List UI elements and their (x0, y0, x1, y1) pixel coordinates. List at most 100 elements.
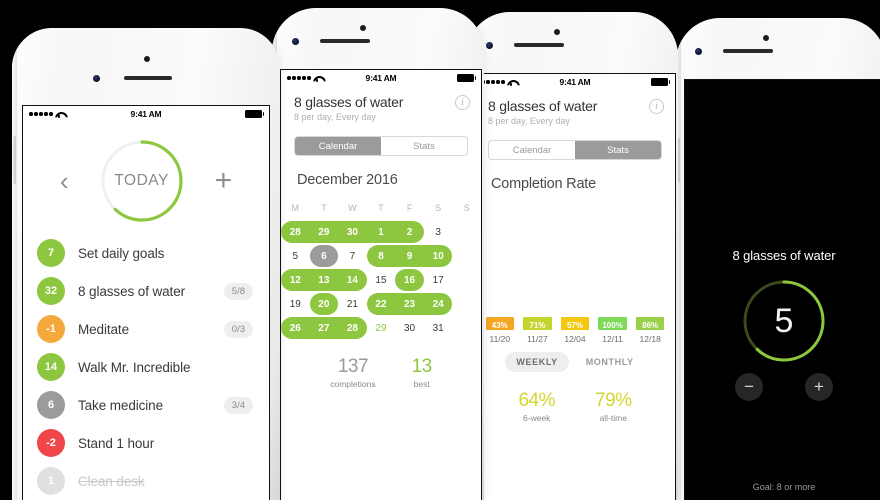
calendar-day-cell[interactable]: 9 (395, 251, 424, 262)
calendar-day-cell[interactable]: 28 (281, 227, 310, 238)
habit-name: 8 glasses of water (78, 283, 186, 299)
chart-bar[interactable]: 100% (598, 317, 627, 330)
dark-progress-ring: 5 (740, 277, 828, 365)
calendar-day-cell[interactable]: 10 (424, 251, 453, 262)
phone4-front-camera (763, 35, 769, 41)
tab-calendar[interactable]: Calendar (295, 137, 381, 155)
habit-row[interactable]: 6 Take medicine 3/4 (23, 386, 269, 424)
calendar-day-cell[interactable]: 31 (424, 323, 453, 334)
info-icon[interactable]: i (649, 99, 664, 114)
calendar-day-cell[interactable]: 3 (424, 227, 453, 238)
habit-row[interactable]: 7 Set daily goals (23, 234, 269, 272)
calendar-day-cell[interactable]: 7 (338, 251, 367, 262)
habit-row[interactable]: -1 Meditate 0/3 (23, 310, 269, 348)
tab-stats[interactable]: Stats (381, 137, 467, 155)
calendar-day-cell[interactable]: 2 (395, 227, 424, 238)
habit-name: Meditate (78, 321, 129, 337)
tab-calendar[interactable]: Calendar (489, 141, 575, 159)
calendar-day-cell[interactable]: 8 (367, 251, 396, 262)
habit-streak-badge: 32 (37, 277, 65, 305)
habit-streak-badge: -2 (37, 429, 65, 457)
range-weekly[interactable]: WEEKLY (505, 352, 569, 372)
chart-bar[interactable]: 86% (635, 317, 665, 330)
completions-value: 137 (337, 356, 369, 377)
habit-count-pill: 0/3 (223, 320, 253, 338)
calendar-week-row: 5 6 7 8 9 10 (281, 244, 481, 268)
calendar-day-cell[interactable]: 24 (424, 299, 453, 310)
chart-bar[interactable]: 71% (523, 317, 552, 330)
calendar-day-cell[interactable]: 17 (424, 275, 453, 286)
phone2-screen: 9:41 AM 8 glasses of water 8 per day, Ev… (281, 70, 481, 500)
calendar-day-cell[interactable]: 14 (338, 275, 367, 286)
calendar-day-cell[interactable]: 29 (367, 323, 396, 334)
phone4-sensor (695, 48, 702, 55)
phone3-screen: 9:41 AM 8 glasses of water 8 per day, Ev… (475, 74, 675, 500)
chart-title: Completion Rate (491, 176, 596, 192)
info-icon[interactable]: i (455, 95, 470, 110)
decrement-button[interactable]: − (735, 373, 763, 401)
bar-column: 57% (556, 317, 594, 330)
calendar-day-cell[interactable]: 21 (338, 299, 367, 310)
habit-row[interactable]: -2 Stand 1 hour (23, 424, 269, 462)
chart-bar[interactable]: 57% (560, 317, 590, 330)
chart-bar[interactable]: 43% (485, 317, 515, 330)
add-habit-button[interactable]: + (215, 166, 233, 196)
calendar-day-cell[interactable]: 30 (338, 227, 367, 238)
calendar-day-cell[interactable]: 13 (310, 275, 339, 286)
phone-frame-3: 9:41 AM 8 glasses of water 8 per day, Ev… (466, 12, 678, 500)
bar-column: 86% (631, 317, 669, 330)
calendar-day-cell[interactable]: 12 (281, 275, 310, 286)
weekday-label: W (348, 203, 357, 213)
habit-name: Walk Mr. Incredible (78, 359, 191, 375)
summary-all-time: 79% all-time (595, 390, 632, 423)
calendar-day-cell[interactable]: 20 (310, 299, 339, 310)
range-monthly[interactable]: MONTHLY (575, 352, 645, 372)
bar-column: 100% (594, 317, 632, 330)
phone1-side-button[interactable] (13, 136, 16, 184)
habit-count-pill: 5/8 (223, 282, 253, 300)
weekday-label: T (378, 203, 384, 213)
today-ring-label: TODAY (114, 172, 169, 189)
calendar-day-cell[interactable]: 30 (395, 323, 424, 334)
weekday-label: S (463, 203, 470, 213)
tab-stats[interactable]: Stats (575, 141, 661, 159)
bar-column: 43% (481, 317, 519, 330)
dark-stepper: − + (685, 373, 880, 401)
calendar-day-cell[interactable]: 23 (395, 299, 424, 310)
calendar-day-cell[interactable]: 1 (367, 227, 396, 238)
calendar-day-cell[interactable]: 16 (395, 275, 424, 286)
phone3-segmented-control[interactable]: Calendar Stats (488, 140, 662, 160)
calendar-day-cell[interactable]: 19 (281, 299, 310, 310)
weekday-label: T (321, 203, 327, 213)
phone2-segmented-control[interactable]: Calendar Stats (294, 136, 468, 156)
x-tick-label: 12/04 (564, 334, 586, 344)
chart-range-toggle[interactable]: WEEKLY MONTHLY (475, 352, 675, 372)
phone3-summary: 64% 6-week 79% all-time (475, 390, 675, 423)
six-week-value: 64% (518, 390, 555, 411)
calendar-grid[interactable]: M T W T F S S 28 29 30 1 2 3 5 6 7 8 9 10 12 13 14 15 16 17 19 20 2… (281, 196, 481, 340)
calendar-day-cell[interactable]: 15 (367, 275, 396, 286)
habit-row[interactable]: 32 8 glasses of water 5/8 (23, 272, 269, 310)
phone-frame-4: 8 glasses of water 5 − + Goal: 8 or more (676, 18, 880, 500)
battery-icon (650, 78, 670, 86)
calendar-day-cell[interactable]: 5 (281, 251, 310, 262)
habit-name: Set daily goals (78, 245, 165, 261)
today-progress-ring[interactable]: TODAY (99, 138, 185, 224)
summary-best: 13 best (412, 356, 433, 389)
phone3-sensor (486, 42, 493, 49)
calendar-day-cell[interactable]: 26 (281, 323, 310, 334)
calendar-day-cell[interactable]: 6 (310, 251, 339, 262)
previous-day-button[interactable]: ‹ (60, 168, 69, 194)
phone2-summary: 137 completions 13 best (281, 356, 481, 389)
calendar-day-cell[interactable]: 22 (367, 299, 396, 310)
calendar-day-cell[interactable]: 27 (310, 323, 339, 334)
increment-button[interactable]: + (805, 373, 833, 401)
habit-row[interactable]: 14 Walk Mr. Incredible (23, 348, 269, 386)
habit-streak-badge: 6 (37, 391, 65, 419)
habit-row[interactable]: 1 Clean desk (23, 462, 269, 500)
phone4-earpiece-speaker (723, 49, 773, 53)
phone3-detail-header: 8 glasses of water 8 per day, Every day … (475, 90, 675, 126)
summary-completions: 137 completions (330, 356, 375, 389)
calendar-day-cell[interactable]: 29 (310, 227, 339, 238)
calendar-day-cell[interactable]: 28 (338, 323, 367, 334)
